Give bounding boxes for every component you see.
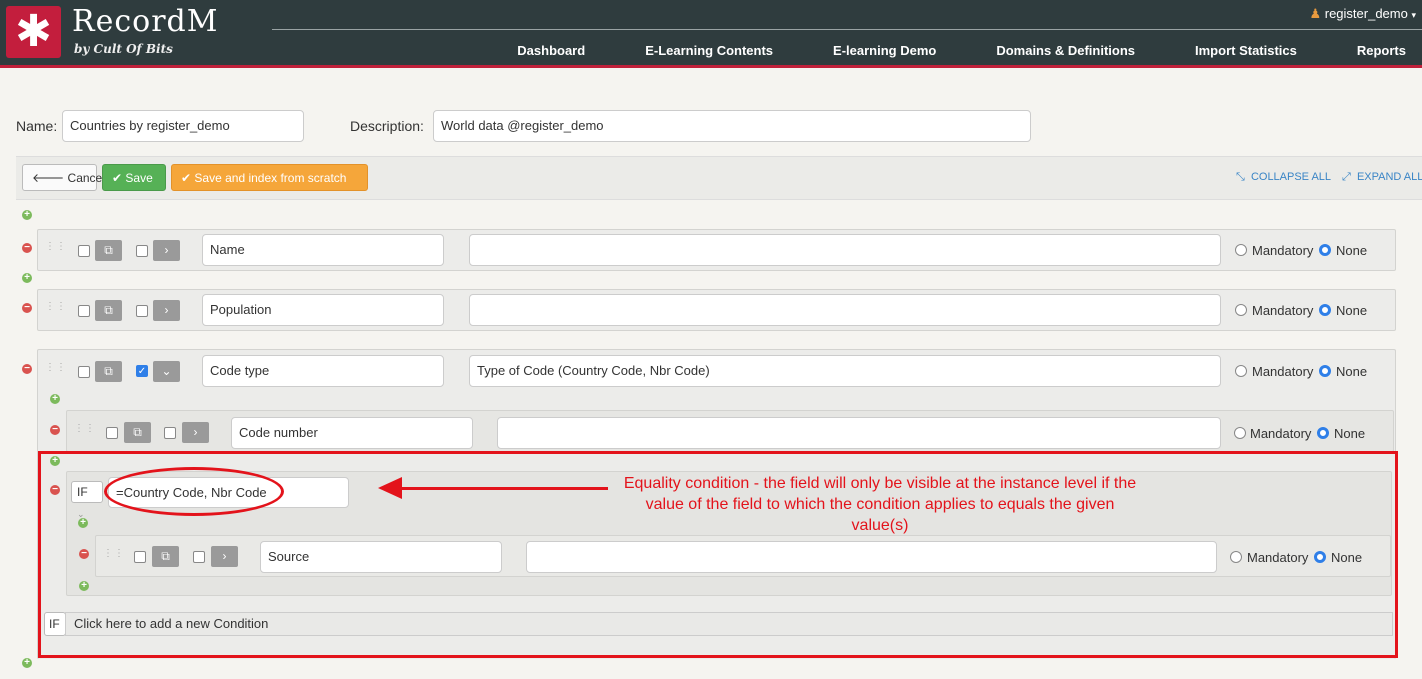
mandatory-label: Mandatory [1252,243,1314,258]
select-checkbox[interactable] [78,245,90,257]
name-input[interactable]: Countries by register_demo [62,110,304,142]
annotation-text: Equality condition - the field will only… [623,475,1137,534]
description-input[interactable]: World data @register_demo [433,110,1031,142]
nav-import-statistics[interactable]: Import Statistics [1151,43,1297,58]
save-label: Save [125,171,153,185]
field-description-input[interactable]: Type of Code (Country Code, Nbr Code) [469,355,1221,387]
arrow-left-icon: 🡐 [32,171,65,185]
duplicate-icon[interactable]: ⧉ [124,422,151,443]
mandatory-radio[interactable] [1235,244,1247,256]
none-radio[interactable] [1319,244,1331,256]
minus-icon[interactable]: − [22,364,32,374]
none-label: None [1336,303,1368,318]
description-label: Description: [350,118,424,134]
cancel-button[interactable]: 🡐 Cancel [22,164,105,191]
nav-elearning-demo[interactable]: E-learning Demo [789,43,936,58]
collapse-all-label: COLLAPSE ALL [1250,171,1332,183]
main-nav: Dashboard E-Learning Contents E-learning… [517,43,1422,58]
plus-icon[interactable]: + [22,273,32,283]
field-name-input[interactable]: Name [202,234,444,266]
plus-icon[interactable]: + [50,394,60,404]
mandatory-label: Mandatory [1250,426,1312,441]
drag-handle-icon[interactable]: ⋮⋮ [45,363,66,379]
none-radio[interactable] [1319,365,1331,377]
name-label: Name: [16,118,58,134]
expand-checkbox[interactable] [164,427,176,439]
annotation-arrow-head [378,477,402,499]
annotation-ellipse [104,467,284,516]
annotation-arrow-line [400,487,608,490]
drag-handle-icon[interactable]: ⋮⋮ [45,242,66,258]
expand-all-label: EXPAND ALL [1356,171,1422,183]
minus-icon[interactable]: − [22,303,32,313]
chevron-down-icon[interactable]: ⌄ [153,361,180,382]
mandatory-label: Mandatory [1252,303,1314,318]
chevron-right-icon[interactable]: › [153,300,180,321]
collapse-icon: ⤡ [1236,171,1245,183]
save-button[interactable]: ✔ Save [102,164,166,191]
expand-icon: ⤢ [1342,171,1351,183]
brand-title[interactable]: RecordM [72,4,218,39]
top-header: ✱ RecordM by Cult Of Bits ♟ register_dem… [0,0,1422,68]
caret-down-icon: ▾ [1411,10,1416,20]
header-divider [272,29,1422,30]
none-label: None [1336,243,1368,258]
mandatory-radio[interactable] [1235,304,1247,316]
asterisk-logo-icon[interactable]: ✱ [6,6,61,58]
check-icon: ✔ [181,171,192,185]
user-icon: ♟ [1309,6,1322,21]
expand-checkbox[interactable]: ✓ [136,365,148,377]
field-name-input[interactable]: Population [202,294,444,326]
save-index-button[interactable]: ✔ Save and index from scratch [171,164,368,191]
none-label: None [1334,426,1366,441]
chevron-right-icon[interactable]: › [182,422,209,443]
mandatory-radio[interactable] [1234,427,1246,439]
plus-icon[interactable]: + [22,210,32,220]
field-row-population: ⋮⋮ ⧉ › Population Mandatory None [37,289,1396,331]
none-radio[interactable] [1317,427,1329,439]
check-icon: ✔ [112,171,123,185]
user-menu[interactable]: ♟ register_demo ▾ [1309,6,1416,22]
field-description-input[interactable] [469,234,1221,266]
chevron-right-icon[interactable]: › [153,240,180,261]
field-description-input[interactable] [497,417,1221,449]
collapse-all-link[interactable]: ⤡ COLLAPSE ALL [1236,171,1331,184]
expand-checkbox[interactable] [136,245,148,257]
save-index-label: Save and index from scratch [194,171,347,185]
plus-icon[interactable]: + [22,658,32,668]
duplicate-icon[interactable]: ⧉ [95,361,122,382]
field-row-name: ⋮⋮ ⧉ › Name Mandatory None [37,229,1396,271]
none-label: None [1336,364,1368,379]
nav-elearning-contents[interactable]: E-Learning Contents [601,43,773,58]
none-radio[interactable] [1319,304,1331,316]
field-name-input[interactable]: Code number [231,417,473,449]
select-checkbox[interactable] [78,366,90,378]
minus-icon[interactable]: − [50,425,60,435]
duplicate-icon[interactable]: ⧉ [95,300,122,321]
brand-byline: by Cult Of Bits [74,42,173,56]
mandatory-label: Mandatory [1252,364,1314,379]
expand-checkbox[interactable] [136,305,148,317]
drag-handle-icon[interactable]: ⋮⋮ [74,424,95,440]
field-description-input[interactable] [469,294,1221,326]
field-row-code-number: ⋮⋮ ⧉ › Code number Mandatory None [66,410,1394,452]
drag-handle-icon[interactable]: ⋮⋮ [45,302,66,318]
expand-all-link[interactable]: ⤢ EXPAND ALL [1342,171,1422,184]
duplicate-icon[interactable]: ⧉ [95,240,122,261]
nav-reports[interactable]: Reports [1313,43,1406,58]
mandatory-radio[interactable] [1235,365,1247,377]
nav-dashboard[interactable]: Dashboard [517,43,585,58]
toolbar: 🡐 Cancel ✔ Save ✔ Save and index from sc… [16,156,1422,200]
field-name-input[interactable]: Code type [202,355,444,387]
nav-domains-definitions[interactable]: Domains & Definitions [952,43,1135,58]
user-name: register_demo [1324,6,1408,21]
minus-icon[interactable]: − [22,243,32,253]
cancel-label: Cancel [67,171,105,185]
select-checkbox[interactable] [106,427,118,439]
select-checkbox[interactable] [78,305,90,317]
